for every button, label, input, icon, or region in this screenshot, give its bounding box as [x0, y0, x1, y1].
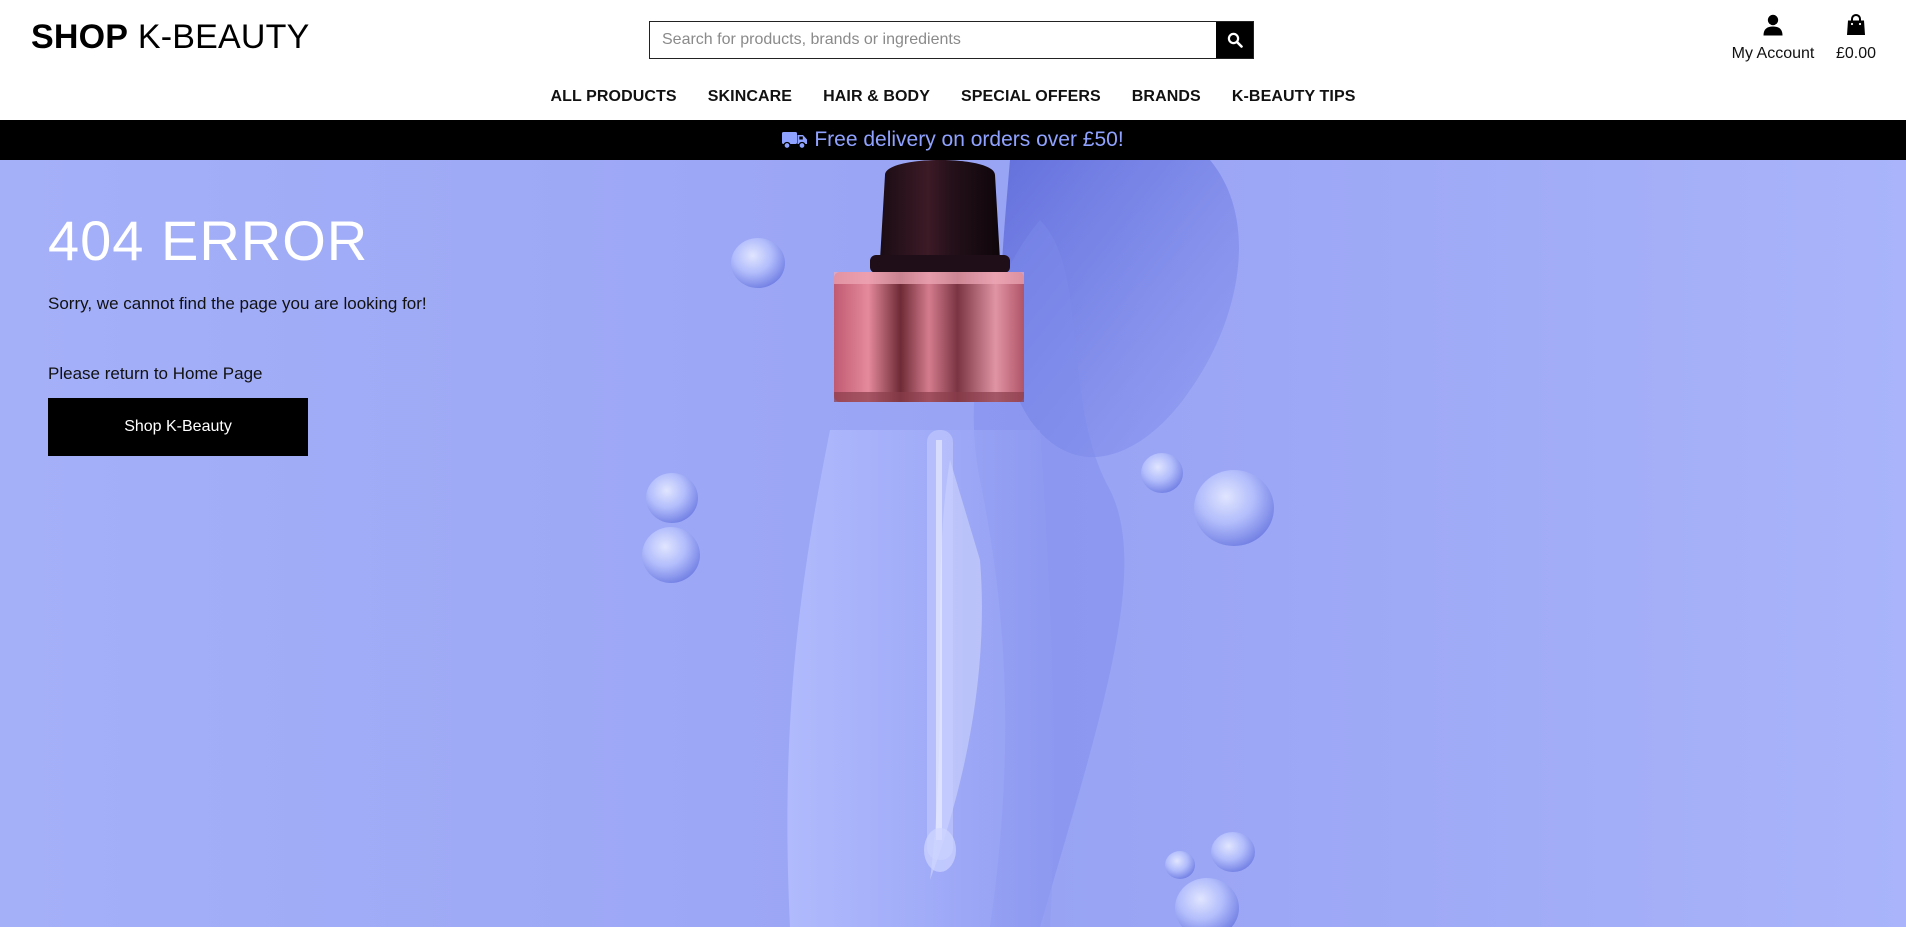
main-navigation: ALL PRODUCTS SKINCARE HAIR & BODY SPECIA…	[0, 88, 1906, 106]
search-icon	[1227, 32, 1243, 48]
nav-k-beauty-tips[interactable]: K-BEAUTY TIPS	[1216, 88, 1371, 106]
error-description: Sorry, we cannot find the page you are l…	[48, 293, 427, 313]
nav-special-offers[interactable]: SPECIAL OFFERS	[945, 88, 1116, 106]
user-icon	[1763, 14, 1783, 36]
truck-icon	[782, 130, 808, 150]
search-button[interactable]	[1216, 22, 1253, 58]
nav-all-products[interactable]: ALL PRODUCTS	[535, 88, 692, 106]
nav-brands[interactable]: BRANDS	[1116, 88, 1216, 106]
shopping-bag-link[interactable]: £0.00	[1832, 13, 1880, 63]
my-account-link[interactable]: My Account	[1731, 14, 1815, 63]
nav-hair-body[interactable]: HAIR & BODY	[808, 88, 946, 106]
search-input[interactable]	[650, 22, 1216, 58]
my-account-label: My Account	[1731, 45, 1815, 62]
delivery-banner: Free delivery on orders over £50!	[0, 120, 1906, 160]
search-bar	[649, 21, 1254, 59]
logo-bold-text: SHOP	[31, 18, 129, 56]
error-title: 404 ERROR	[48, 209, 369, 272]
return-home-text: Please return to Home Page	[48, 363, 263, 383]
site-logo[interactable]: SHOP K-BEAUTY	[31, 18, 309, 57]
site-header: SHOP K-BEAUTY My Account £0.00 ALL PRODU…	[0, 0, 1906, 120]
hero-section: 404 ERROR Sorry, we cannot find the page…	[0, 160, 1906, 927]
error-message-block: 404 ERROR Sorry, we cannot find the page…	[48, 210, 568, 456]
bag-total: £0.00	[1835, 45, 1877, 62]
nav-skincare[interactable]: SKINCARE	[692, 88, 807, 106]
delivery-banner-text: Free delivery on orders over £50!	[814, 128, 1124, 151]
shop-k-beauty-button[interactable]: Shop K-Beauty	[48, 397, 308, 456]
logo-light-text: K-BEAUTY	[137, 18, 310, 56]
shopping-bag-icon	[1847, 13, 1865, 35]
